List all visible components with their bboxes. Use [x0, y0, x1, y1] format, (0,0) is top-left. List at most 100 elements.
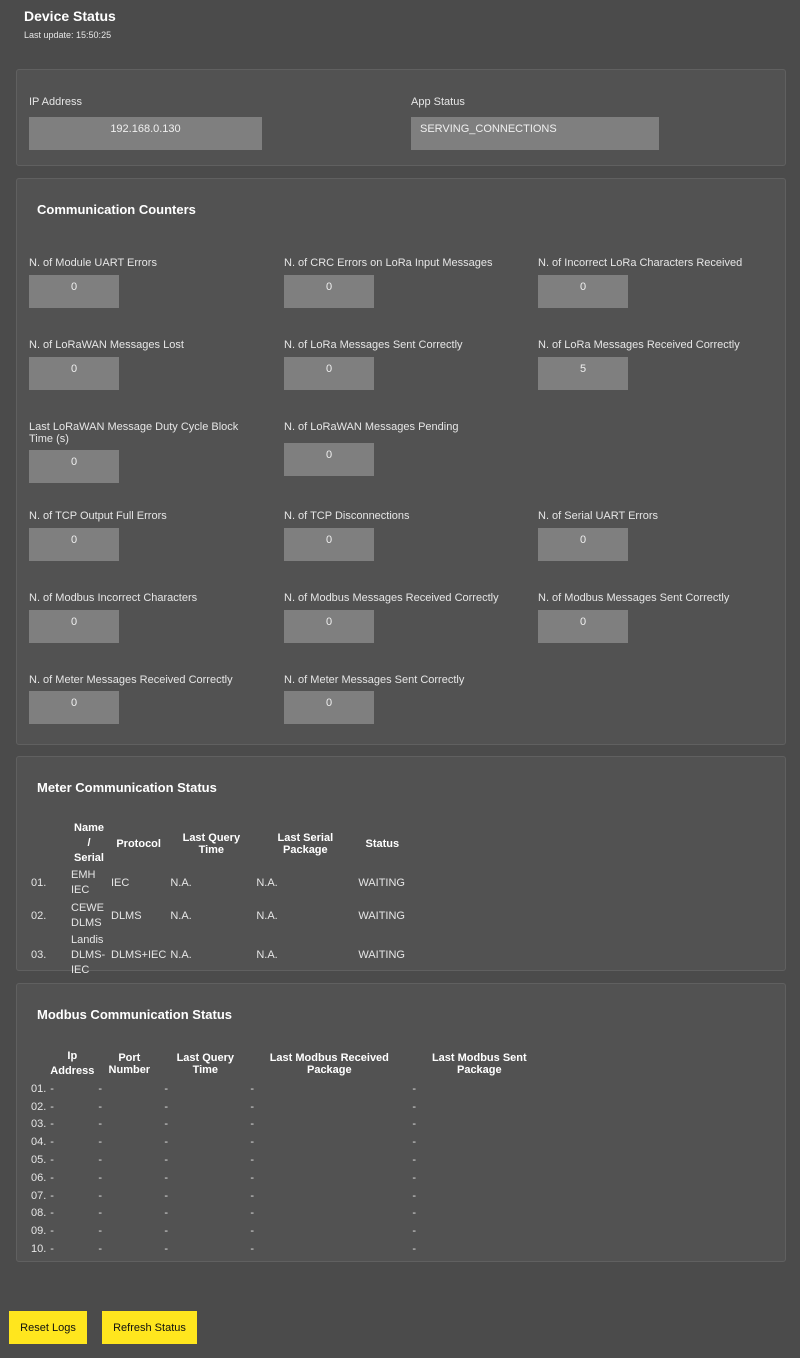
counter-value: 0 — [284, 528, 374, 561]
column-header: Last Serial Package — [277, 831, 334, 856]
row-index: 04. — [31, 1136, 47, 1149]
counter-tcp-output-full: N. of TCP Output Full Errors 0 — [29, 510, 269, 561]
meter-last-query: N.A. — [170, 909, 192, 922]
modbus-ip: - — [50, 1118, 54, 1131]
ip-address-value: 192.168.0.130 — [29, 117, 262, 150]
counter-meter-received: N. of Meter Messages Received Correctly … — [29, 674, 269, 724]
counter-value: 0 — [538, 275, 628, 308]
modbus-last-query: - — [164, 1243, 168, 1256]
row-index: 03. — [31, 1118, 47, 1131]
modbus-ip: - — [50, 1189, 54, 1202]
counter-value: 0 — [538, 610, 628, 643]
table-row: 09. - - - - - — [29, 1222, 548, 1240]
counter-value: 0 — [284, 610, 374, 643]
page-header: Device Status Last update: 15:50:25 — [24, 8, 116, 40]
column-header: Port Number — [108, 1052, 151, 1076]
counter-serial-uart-errors: N. of Serial UART Errors 0 — [538, 510, 778, 561]
table-header-row: Name / Serial Protocol Last Query Time L… — [29, 821, 408, 866]
modbus-status-table: Ip Address Port Number Last Query Time L… — [29, 1048, 548, 1258]
meter-protocol: DLMS+IEC — [111, 949, 167, 961]
modbus-last-sent: - — [412, 1136, 416, 1149]
column-header: Name / Serial — [74, 822, 104, 864]
counter-label: N. of TCP Disconnections — [284, 510, 410, 522]
meter-status-title: Meter Communication Status — [37, 780, 217, 795]
modbus-ip: - — [50, 1082, 54, 1095]
counter-label: N. of Modbus Messages Sent Correctly — [538, 592, 730, 604]
counter-label: Last LoRaWAN Message Duty Cycle Block Ti… — [29, 421, 239, 445]
counter-label: N. of TCP Output Full Errors — [29, 510, 167, 522]
counter-label: N. of LoRa Messages Received Correctly — [538, 339, 740, 351]
counter-value: 0 — [29, 275, 119, 308]
meter-status-table: Name / Serial Protocol Last Query Time L… — [29, 821, 408, 978]
counter-duty-cycle-block-time: Last LoRaWAN Message Duty Cycle Block Ti… — [29, 421, 264, 483]
counter-incorrect-lora-chars: N. of Incorrect LoRa Characters Received… — [538, 257, 778, 308]
modbus-last-query: - — [164, 1100, 168, 1113]
counter-value: 0 — [29, 528, 119, 561]
modbus-port: - — [98, 1100, 102, 1113]
modbus-last-received: - — [250, 1082, 254, 1095]
modbus-last-sent: - — [412, 1082, 416, 1095]
meter-last-query: N.A. — [170, 876, 192, 889]
counter-value: 0 — [29, 450, 119, 483]
row-index: 05. — [31, 1154, 47, 1167]
counter-crc-errors: N. of CRC Errors on LoRa Input Messages … — [284, 257, 524, 308]
table-row: 06. - - - - - — [29, 1169, 548, 1187]
table-row: 04. - - - - - — [29, 1133, 548, 1151]
counter-label: N. of Incorrect LoRa Characters Received — [538, 257, 743, 269]
modbus-last-sent: - — [412, 1171, 416, 1184]
meter-protocol: IEC — [111, 876, 130, 889]
row-index: 03. — [31, 949, 47, 961]
counter-value: 5 — [538, 357, 628, 390]
modbus-port: - — [98, 1243, 102, 1256]
column-header — [29, 1048, 48, 1080]
counter-modbus-received: N. of Modbus Messages Received Correctly… — [284, 592, 524, 643]
app-status-field: App Status SERVING_CONNECTIONS — [411, 95, 659, 150]
counter-value: 0 — [29, 357, 119, 390]
last-update-text: Last update: 15:50:25 — [24, 30, 112, 40]
modbus-last-received: - — [250, 1207, 254, 1220]
modbus-last-query: - — [164, 1154, 168, 1167]
counter-label: N. of Meter Messages Received Correctly — [29, 674, 233, 686]
meter-protocol: DLMS — [111, 909, 142, 922]
modbus-last-received: - — [250, 1154, 254, 1167]
counter-label: N. of Modbus Incorrect Characters — [29, 592, 198, 604]
modbus-port: - — [98, 1136, 102, 1149]
meter-status: WAITING — [358, 909, 405, 922]
column-header: Protocol — [116, 837, 161, 850]
counter-value: 0 — [284, 443, 374, 476]
counter-lora-sent: N. of LoRa Messages Sent Correctly 0 — [284, 339, 524, 390]
modbus-last-sent: - — [412, 1154, 416, 1167]
meter-last-query: N.A. — [170, 949, 192, 961]
modbus-last-query: - — [164, 1225, 168, 1238]
counter-lora-received: N. of LoRa Messages Received Correctly 5 — [538, 339, 778, 390]
modbus-last-sent: - — [412, 1118, 416, 1131]
modbus-last-received: - — [250, 1100, 254, 1113]
counter-lorawan-pending: N. of LoRaWAN Messages Pending 0 — [284, 421, 524, 476]
counter-lorawan-lost: N. of LoRaWAN Messages Lost 0 — [29, 339, 269, 390]
reset-logs-button[interactable]: Reset Logs — [9, 1311, 87, 1344]
modbus-port: - — [98, 1225, 102, 1238]
meter-status: WAITING — [358, 876, 405, 889]
modbus-ip: - — [50, 1225, 54, 1238]
app-status-value: SERVING_CONNECTIONS — [411, 117, 659, 150]
refresh-status-button[interactable]: Refresh Status — [102, 1311, 197, 1344]
modbus-last-query: - — [164, 1171, 168, 1184]
row-index: 07. — [31, 1189, 47, 1202]
modbus-port: - — [98, 1154, 102, 1167]
network-panel: IP Address 192.168.0.130 App Status SERV… — [16, 69, 786, 166]
meter-last-package: N.A. — [256, 876, 278, 889]
modbus-ip: - — [50, 1171, 54, 1184]
column-header: Status — [365, 837, 400, 850]
counter-label: N. of LoRaWAN Messages Pending — [284, 421, 459, 433]
modbus-port: - — [98, 1207, 102, 1220]
column-header: Ip Address — [50, 1050, 95, 1077]
counter-module-uart-errors: N. of Module UART Errors 0 — [29, 257, 269, 308]
modbus-last-sent: - — [412, 1100, 416, 1113]
modbus-last-sent: - — [412, 1225, 416, 1238]
counter-value: 0 — [29, 610, 119, 643]
modbus-last-received: - — [250, 1171, 254, 1184]
modbus-ip: - — [50, 1100, 54, 1113]
modbus-last-query: - — [164, 1189, 168, 1202]
row-index: 01. — [31, 876, 47, 889]
column-header — [29, 821, 69, 866]
